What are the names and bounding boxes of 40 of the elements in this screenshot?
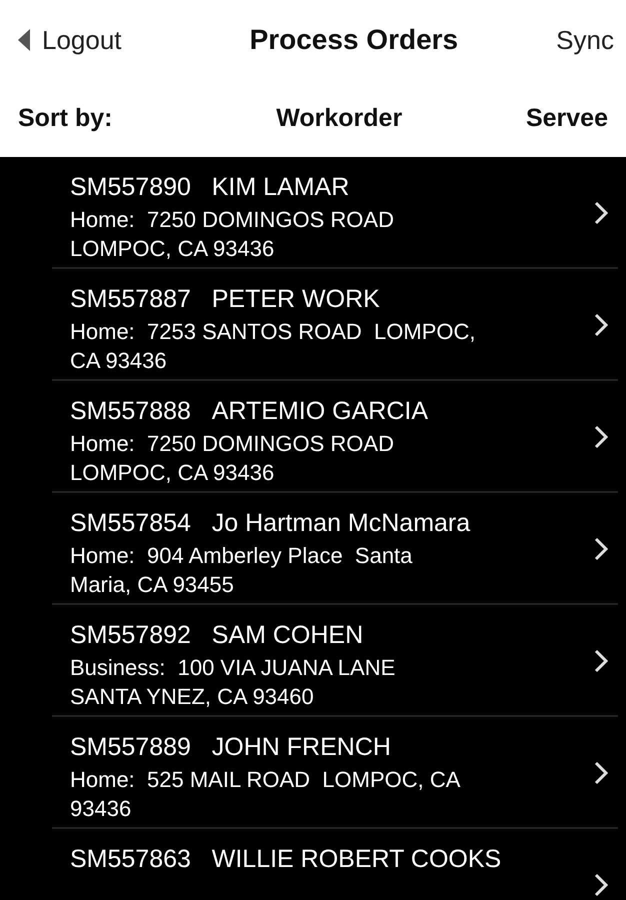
chevron-right-icon xyxy=(594,873,608,897)
order-title: SM557889 JOHN FRENCH xyxy=(70,732,392,763)
sync-button[interactable]: Sync xyxy=(556,24,614,56)
order-address: Home: 525 MAIL ROAD LOMPOC, CA xyxy=(70,766,460,794)
order-address: Business: 100 VIA JUANA LANE xyxy=(70,654,396,682)
back-arrow-icon xyxy=(18,29,30,51)
chevron-right-icon xyxy=(594,313,608,337)
chevron-right-icon xyxy=(594,649,608,673)
order-address: SANTA YNEZ, CA 93460 xyxy=(70,683,315,711)
order-address: LOMPOC, CA 93436 xyxy=(70,459,276,487)
sort-option[interactable]: Servee xyxy=(526,104,608,133)
order-address: Maria, CA 93455 xyxy=(70,571,235,599)
order-row[interactable]: SM557892 SAM COHEN Business: 100 VIA JUANA LANE SANTA YNEZ, CA 93460 xyxy=(52,605,618,717)
order-row[interactable]: SM557887 PETER WORK Home: 7253 SANTOS ROAD LOMPOC, CA 93436 xyxy=(52,269,618,381)
sort-option[interactable]: Workorder xyxy=(276,104,402,133)
chevron-right-icon xyxy=(594,761,608,785)
sort-label: Sort by: xyxy=(18,104,112,133)
order-address: CA 93436 xyxy=(70,347,168,375)
order-address: LOMPOC, CA 93436 xyxy=(70,235,276,263)
order-title: SM557887 PETER WORK xyxy=(70,284,381,315)
order-row[interactable]: SM557863 WILLIE ROBERT COOKS xyxy=(52,829,618,900)
order-address: Home: 7250 DOMINGOS ROAD xyxy=(70,430,395,458)
order-address: Home: 7250 DOMINGOS ROAD xyxy=(70,206,394,234)
order-row[interactable]: SM557890 KIM LAMAR Home: 7250 DOMINGOS ROAD LOMPOC, CA 93436 xyxy=(52,157,618,269)
order-title: SM557854 Jo Hartman McNamara xyxy=(70,508,470,539)
order-address: 93436 xyxy=(70,795,132,823)
logout-button[interactable]: Logout xyxy=(18,24,122,56)
order-title: SM557863 WILLIE ROBERT COOKS xyxy=(70,844,502,875)
order-row[interactable]: SM557889 JOHN FRENCH Home: 525 MAIL ROAD LOMPOC, CA 93436 xyxy=(52,717,618,829)
chevron-right-icon xyxy=(594,425,608,449)
order-address: Home: 7253 SANTOS ROAD LOMPOC, xyxy=(70,318,476,346)
order-title: SM557892 SAM COHEN xyxy=(70,620,364,651)
order-row[interactable]: SM557854 Jo Hartman McNamara Home: 904 Amberley Place Santa Maria, CA 93455 xyxy=(52,493,618,605)
order-row[interactable]: SM557888 ARTEMIO GARCIA Home: 7250 DOMINGOS ROAD LOMPOC, CA 93436 xyxy=(52,381,618,493)
order-title: SM557890 KIM LAMAR xyxy=(70,172,350,203)
screen-title: Process Orders xyxy=(250,24,458,56)
order-address: Home: 904 Amberley Place Santa xyxy=(70,542,414,570)
chevron-right-icon xyxy=(594,537,608,561)
chevron-right-icon xyxy=(594,201,608,225)
order-title: SM557888 ARTEMIO GARCIA xyxy=(70,396,428,427)
